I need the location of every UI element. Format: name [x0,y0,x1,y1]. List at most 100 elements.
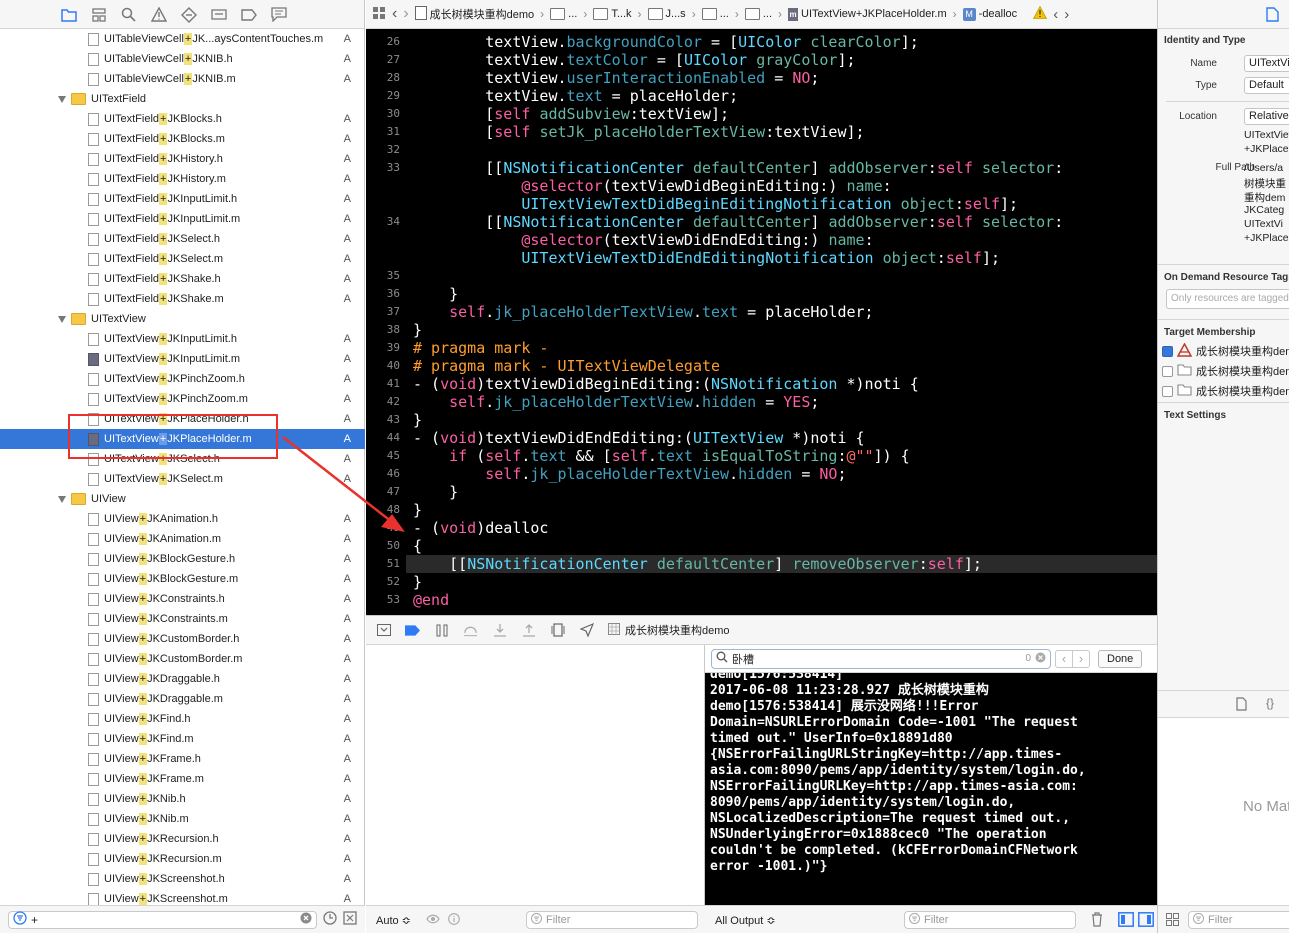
issue-warning-icon[interactable] [1033,5,1048,22]
disclosure-triangle-icon[interactable] [58,495,66,503]
view-hierarchy-icon[interactable] [550,623,565,638]
done-button[interactable]: Done [1098,649,1143,668]
breadcrumb-method[interactable]: M -dealloc [962,7,1017,21]
navigator-file-row[interactable]: UITextView+JKPlaceHolder.m A [0,429,365,449]
navigator-file-row[interactable]: UITextField+JKHistory.h A [0,149,365,169]
code-snippet-icon[interactable]: {} [1266,696,1274,710]
breakpoint-icon[interactable] [240,6,257,23]
trash-icon[interactable] [1090,912,1104,930]
clear-search-icon[interactable] [1035,652,1046,666]
navigator-file-row[interactable]: UITextField+JKShake.h A [0,269,365,289]
navigator-file-row[interactable]: UITextField+JKSelect.m A [0,249,365,269]
target-checkbox[interactable] [1162,365,1173,377]
eye-icon[interactable] [426,913,440,928]
folder-icon[interactable] [60,6,77,23]
warning-icon[interactable] [150,6,167,23]
navigator-file-row[interactable]: UITextField+JKShake.m A [0,289,365,309]
navigator-file-row[interactable]: UITextField+JKInputLimit.h A [0,189,365,209]
console-output-popup[interactable]: All Output ≎ [715,914,776,927]
navigator-file-row[interactable]: UIView+JKNib.m A [0,809,365,829]
navigator-file-row[interactable]: UIView+JKBlockGesture.m A [0,569,365,589]
navigator-file-row[interactable]: UITextField+JKHistory.m A [0,169,365,189]
navigator-file-row[interactable]: UITextView+JKPinchZoom.h A [0,369,365,389]
navigator-file-row[interactable]: UITableViewCell+JKNIB.h A [0,49,365,69]
breadcrumb-group-5[interactable]: ... [744,8,772,20]
navigator-file-row[interactable]: UIView+JKConstraints.h A [0,589,365,609]
file-template-icon[interactable] [1236,697,1247,714]
variables-scope-popup[interactable]: Auto ≎ [376,914,411,927]
previous-match-button[interactable]: ‹ [1055,649,1073,668]
navigator-file-row[interactable]: UIView+JKFind.m A [0,729,365,749]
grid-view-icon[interactable] [1166,913,1179,929]
navigator-file-row[interactable]: UIView+JKDraggable.h A [0,669,365,689]
navigator-file-row[interactable]: UIView+JKConstraints.m A [0,609,365,629]
navigator-file-row[interactable]: UITextView+JKSelect.h A [0,449,365,469]
console-search-field[interactable]: 卧槽 0 [711,648,1051,669]
hierarchy-icon[interactable] [90,6,107,23]
breadcrumb-group-1[interactable]: ... [550,8,577,20]
variables-filter-field[interactable]: Filter [526,911,698,929]
navigator-file-row[interactable]: UITextView+JKPlaceHolder.h A [0,409,365,429]
navigator-group[interactable]: UIView [0,489,365,509]
file-inspector-icon[interactable] [1266,7,1279,25]
navigator-file-row[interactable]: UIView+JKRecursion.m A [0,849,365,869]
report-icon[interactable] [270,6,287,23]
search-icon[interactable] [120,6,137,23]
navigator-file-row[interactable]: UITextField+JKInputLimit.m A [0,209,365,229]
debug-icon[interactable] [210,6,227,23]
show-variables-icon[interactable] [1118,912,1134,930]
info-icon[interactable] [448,913,460,928]
issue-forward-chevron-icon[interactable]: › [1064,6,1069,23]
navigator-file-row[interactable]: UIView+JKBlockGesture.h A [0,549,365,569]
navigator-file-row[interactable]: UIView+JKCustomBorder.m A [0,649,365,669]
next-match-button[interactable]: › [1072,649,1090,668]
step-in-icon[interactable] [492,623,507,638]
disclosure-triangle-icon[interactable] [58,95,66,103]
navigator-file-row[interactable]: UITextView+JKInputLimit.h A [0,329,365,349]
forward-chevron-icon[interactable]: › [403,5,408,23]
navigator-file-row[interactable]: UIView+JKNib.h A [0,789,365,809]
type-popup[interactable]: Default [1244,77,1289,94]
location-icon[interactable] [579,623,594,638]
line-number-gutter[interactable]: 26 27 28 29 30 31 32 33 34 35 36 37 38 39 40 41 42 43 44 45… [366,29,406,615]
related-items-icon[interactable] [372,6,386,23]
source-editor[interactable]: 26 27 28 29 30 31 32 33 34 35 36 37 38 39 40 41 42 43 44 45… [366,29,1157,615]
breadcrumb-group-3[interactable]: J...s [647,8,686,20]
scm-filter-icon[interactable] [343,911,357,928]
navigator-group[interactable]: UITextView [0,309,365,329]
navigator-file-row[interactable]: UITextField+JKSelect.h A [0,229,365,249]
navigator-file-row[interactable]: UIView+JKRecursion.h A [0,829,365,849]
navigator-file-row[interactable]: UIView+JKDraggable.m A [0,689,365,709]
step-out-icon[interactable] [521,623,536,638]
clear-filter-icon[interactable] [300,912,312,927]
breadcrumb-project[interactable]: 成长树模块重构demo [414,5,534,23]
breadcrumb-file[interactable]: m UITextView+JKPlaceHolder.m [788,7,947,21]
navigator-file-row[interactable]: UIView+JKFind.h A [0,709,365,729]
navigator-file-row[interactable]: UITextView+JKInputLimit.m A [0,349,365,369]
navigator-file-row[interactable]: UIView+JKCustomBorder.h A [0,629,365,649]
target-checkbox[interactable] [1162,385,1173,397]
breadcrumb-group-4[interactable]: ... [701,8,729,20]
navigator-file-row[interactable]: UITableViewCell+JKNIB.m A [0,69,365,89]
back-chevron-icon[interactable]: ‹ [392,5,397,23]
breadcrumb-group-2[interactable]: T...k [593,8,632,20]
console-filter-field[interactable]: Filter [904,911,1076,929]
recent-files-icon[interactable] [323,911,337,928]
navigator-file-row[interactable]: UITableViewCell+JK...aysContentTouches.m… [0,29,365,49]
navigator-file-row[interactable]: UIView+JKScreenshot.m A [0,889,365,905]
navigator-group[interactable]: UITextField [0,89,365,109]
issue-back-chevron-icon[interactable]: ‹ [1053,6,1058,23]
hide-debug-area-icon[interactable] [376,623,391,638]
location-popup[interactable]: Relative [1244,108,1289,125]
library-filter-field[interactable]: Filter [1188,911,1289,929]
navigator-file-row[interactable]: UIView+JKAnimation.m A [0,529,365,549]
navigator-file-row[interactable]: UITextView+JKSelect.m A [0,469,365,489]
disclosure-triangle-icon[interactable] [58,315,66,323]
console-output[interactable]: demo[1576:538414] ^^^^^^^^ 2017-06-08 11… [705,673,1157,905]
variables-view[interactable] [366,645,705,905]
navigator-file-row[interactable]: UIView+JKFrame.h A [0,749,365,769]
pause-icon[interactable] [434,623,449,638]
debug-target[interactable]: 成长树模块重构demo [608,622,730,638]
target-checkbox[interactable] [1162,345,1173,357]
odr-tags-field[interactable]: Only resources are tagged [1166,289,1289,309]
